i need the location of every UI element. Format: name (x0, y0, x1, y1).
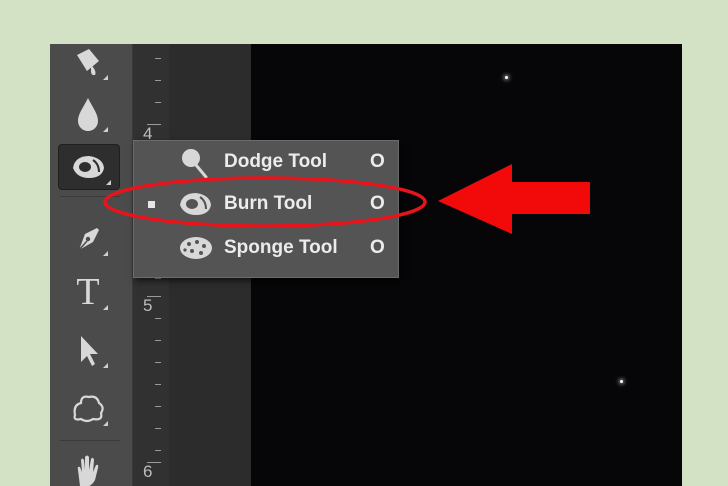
burn-tool-icon (176, 187, 216, 226)
blur-drop-icon (73, 94, 103, 134)
menu-item-sponge-tool[interactable]: Sponge Tool O (134, 227, 398, 269)
blur-tool-button[interactable] (60, 92, 116, 136)
selected-indicator (148, 200, 155, 208)
path-selection-tool-button[interactable] (60, 328, 116, 372)
paint-bucket-icon (71, 45, 105, 79)
custom-shape-icon (69, 391, 107, 425)
sponge-tool-icon (176, 231, 216, 270)
menu-item-shortcut: O (370, 151, 385, 172)
menu-item-burn-tool[interactable]: Burn Tool O (134, 183, 398, 225)
custom-shape-tool-button[interactable] (60, 386, 116, 430)
pen-tool-button[interactable] (60, 216, 116, 260)
hand-icon (70, 452, 106, 486)
type-icon: T (76, 271, 100, 313)
menu-item-dodge-tool[interactable]: Dodge Tool O (134, 141, 398, 183)
menu-item-label: Burn Tool (224, 193, 313, 214)
type-tool-button[interactable]: T (60, 270, 116, 314)
toning-tools-flyout-menu: Dodge Tool O Burn Tool O Sponge Tool O (133, 140, 399, 278)
hand-tool-button[interactable] (60, 448, 116, 486)
dodge-tool-icon (176, 145, 212, 186)
path-selection-arrow-icon (73, 332, 103, 368)
pen-icon (71, 220, 105, 256)
menu-item-label: Dodge Tool (224, 151, 328, 172)
ruler-number: 6 (143, 462, 153, 481)
menu-item-shortcut: O (370, 193, 385, 214)
star-dot (620, 380, 623, 383)
menu-item-shortcut: O (370, 237, 385, 258)
tools-panel: T (50, 44, 133, 486)
star-dot (505, 76, 508, 79)
burn-tool-icon (69, 150, 109, 184)
burn-tool-button[interactable] (58, 144, 120, 190)
paint-bucket-tool-button[interactable] (60, 44, 116, 84)
ruler-number: 5 (143, 296, 153, 315)
menu-item-label: Sponge Tool (224, 237, 338, 258)
